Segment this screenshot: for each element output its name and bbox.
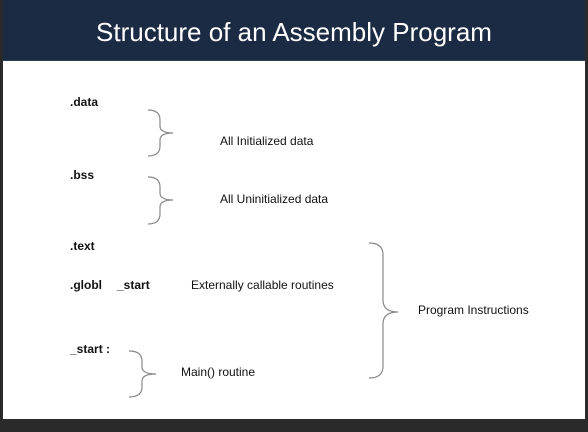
video-frame: Structure of an Assembly Program .data .… xyxy=(0,0,588,432)
presentation-slide: Structure of an Assembly Program .data .… xyxy=(3,0,585,419)
brace-group xyxy=(128,109,399,398)
brace-data xyxy=(147,109,174,157)
brace-text-section xyxy=(368,242,399,379)
frame-bottom-edge xyxy=(0,419,588,432)
brace-start xyxy=(128,350,157,398)
brace-bss xyxy=(147,176,174,225)
